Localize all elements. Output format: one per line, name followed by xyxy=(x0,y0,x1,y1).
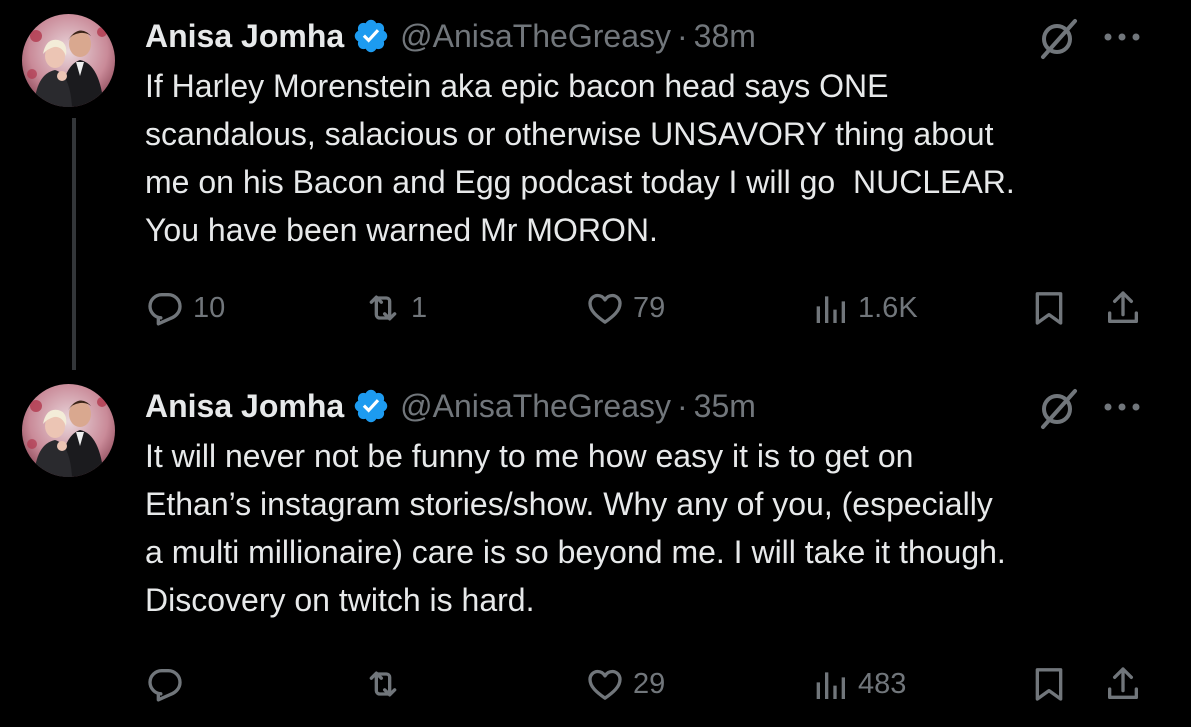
tweet-header: Anisa Jomha @AnisaTheGreasy · 35m xyxy=(145,384,1151,428)
share-icon xyxy=(1108,291,1138,323)
reply-button[interactable] xyxy=(145,662,193,706)
like-button[interactable]: 29 xyxy=(585,662,665,706)
bookmark-button[interactable] xyxy=(1029,286,1069,330)
more-icon[interactable] xyxy=(1100,396,1144,418)
avatar[interactable] xyxy=(22,384,115,477)
verified-badge-icon[interactable] xyxy=(352,17,390,55)
like-count: 29 xyxy=(633,667,666,700)
tweet-header: Anisa Jomha @AnisaTheGreasy · 38m xyxy=(145,14,1151,58)
timestamp[interactable]: 35m xyxy=(694,388,756,425)
repost-icon xyxy=(369,671,397,697)
like-icon xyxy=(588,293,622,324)
tweet-actions: 10 1 79 1.6K xyxy=(145,286,1155,330)
timestamp[interactable]: 38m xyxy=(694,18,756,55)
bookmark-button[interactable] xyxy=(1029,662,1069,706)
views-icon xyxy=(816,672,845,699)
grok-icon[interactable] xyxy=(1037,387,1081,431)
bookmark-icon xyxy=(1035,668,1063,701)
views-count: 1.6K xyxy=(858,291,918,324)
author-display-name[interactable]: Anisa Jomha xyxy=(145,18,344,55)
reply-count: 10 xyxy=(193,291,226,324)
bookmark-icon xyxy=(1035,292,1063,325)
avatar[interactable] xyxy=(22,14,115,107)
tweet-text: It will never not be funny to me how eas… xyxy=(145,438,1006,618)
repost-button[interactable]: 1 xyxy=(363,286,427,330)
thread-line xyxy=(72,118,76,370)
share-icon xyxy=(1108,667,1138,699)
views-count: 483 xyxy=(858,667,907,700)
views-button[interactable]: 483 xyxy=(810,662,906,706)
reply-icon xyxy=(148,669,182,702)
separator-dot: · xyxy=(676,17,688,54)
verified-badge-icon[interactable] xyxy=(352,387,390,425)
like-count: 79 xyxy=(633,291,666,324)
author-display-name[interactable]: Anisa Jomha xyxy=(145,388,344,425)
like-icon xyxy=(588,669,622,700)
tweet[interactable]: Anisa Jomha @AnisaTheGreasy · 38m If Har… xyxy=(0,0,1191,370)
repost-icon xyxy=(369,295,397,321)
repost-button[interactable] xyxy=(363,662,411,706)
more-icon[interactable] xyxy=(1100,26,1144,48)
views-icon xyxy=(816,296,845,323)
like-button[interactable]: 79 xyxy=(585,286,665,330)
tweet[interactable]: Anisa Jomha @AnisaTheGreasy · 35m It wil… xyxy=(0,370,1191,727)
author-handle[interactable]: @AnisaTheGreasy xyxy=(400,18,671,55)
grok-icon[interactable] xyxy=(1037,17,1081,61)
author-handle[interactable]: @AnisaTheGreasy xyxy=(400,388,671,425)
tweet-actions: 29 483 xyxy=(145,662,1155,706)
reply-button[interactable]: 10 xyxy=(145,286,225,330)
share-button[interactable] xyxy=(1103,286,1143,330)
tweet-text: If Harley Morenstein aka epic bacon head… xyxy=(145,68,1015,248)
reply-icon xyxy=(148,293,182,326)
separator-dot: · xyxy=(676,387,688,424)
views-button[interactable]: 1.6K xyxy=(810,286,918,330)
repost-count: 1 xyxy=(411,291,428,324)
share-button[interactable] xyxy=(1103,662,1143,706)
